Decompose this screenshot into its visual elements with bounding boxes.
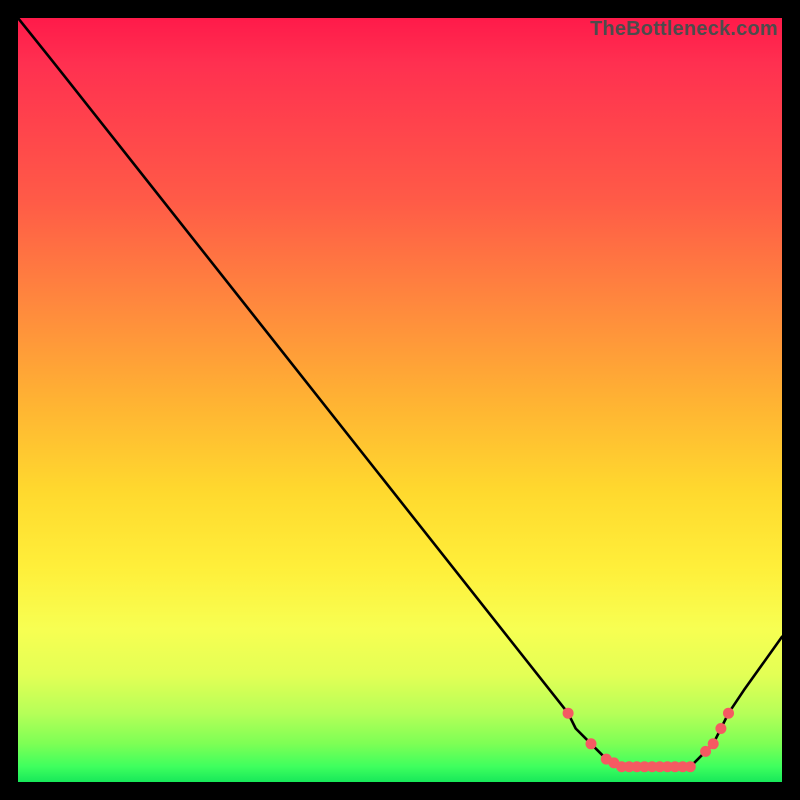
- marker-dot: [708, 738, 719, 749]
- chart-svg: [18, 18, 782, 782]
- bottleneck-curve: [18, 18, 782, 767]
- marker-dot: [685, 761, 696, 772]
- plot-area: TheBottleneck.com: [18, 18, 782, 782]
- marker-dot: [715, 723, 726, 734]
- marker-dot: [586, 738, 597, 749]
- marker-dot: [563, 708, 574, 719]
- curve-path: [18, 18, 782, 767]
- attribution-label: TheBottleneck.com: [590, 18, 778, 41]
- marker-dot: [723, 708, 734, 719]
- chart-frame: TheBottleneck.com: [0, 0, 800, 800]
- highlighted-range-markers: [563, 708, 734, 773]
